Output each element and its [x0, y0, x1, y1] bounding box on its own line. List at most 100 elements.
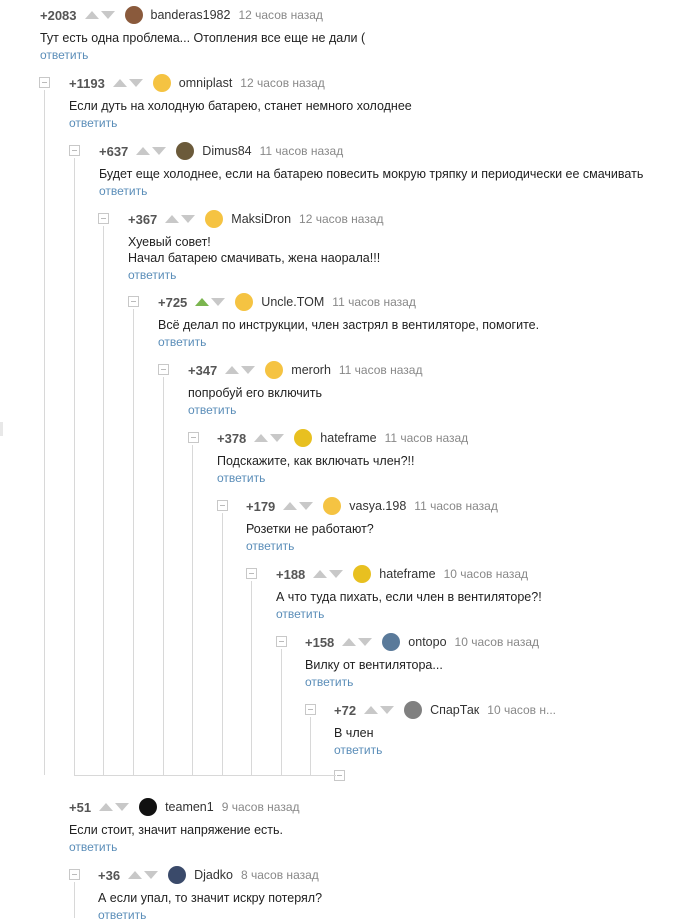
comment-author[interactable]: merorh: [291, 363, 331, 377]
vote-controls: [342, 638, 373, 646]
reply-link[interactable]: ответить: [69, 116, 412, 130]
avatar[interactable]: [382, 633, 401, 651]
avatar[interactable]: [323, 497, 342, 515]
comment: +347 merorh 11 часов назад попробуй его вкл…: [188, 360, 422, 417]
reply-link[interactable]: ответить: [276, 607, 542, 621]
avatar[interactable]: [168, 866, 187, 884]
downvote-arrow-icon[interactable]: [380, 706, 395, 714]
avatar[interactable]: [205, 210, 224, 228]
comment-text: Розетки не работают?: [246, 521, 498, 537]
avatar[interactable]: [176, 142, 195, 160]
comment-time[interactable]: 11 часов назад: [385, 431, 469, 445]
comment-author[interactable]: vasya.198: [349, 499, 406, 513]
avatar[interactable]: [294, 429, 313, 447]
collapse-toggle[interactable]: [276, 636, 287, 647]
upvote-arrow-icon[interactable]: [84, 11, 99, 19]
upvote-arrow-icon[interactable]: [254, 434, 269, 442]
collapse-toggle[interactable]: [158, 364, 169, 375]
comment-time[interactable]: 12 часов назад: [299, 212, 383, 226]
reply-link[interactable]: ответить: [158, 335, 539, 349]
upvote-arrow-icon[interactable]: [99, 803, 114, 811]
comment-time[interactable]: 11 часов назад: [332, 295, 416, 309]
collapse-toggle[interactable]: [188, 432, 199, 443]
upvote-arrow-icon[interactable]: [283, 502, 298, 510]
comment-author[interactable]: hateframe: [379, 567, 435, 581]
avatar[interactable]: [152, 74, 171, 92]
collapse-toggle[interactable]: [305, 704, 316, 715]
comment-time[interactable]: 10 часов н...: [487, 703, 556, 717]
collapse-toggle[interactable]: [69, 869, 80, 880]
comment-text: Хуевый совет! Начал батарею смачивать, же…: [128, 234, 384, 266]
collapse-toggle[interactable]: [39, 77, 50, 88]
thread-line: [44, 90, 45, 775]
comment-time[interactable]: 11 часов назад: [414, 499, 498, 513]
comment-author[interactable]: omniplast: [179, 76, 233, 90]
upvote-arrow-icon[interactable]: [165, 215, 180, 223]
reply-link[interactable]: ответить: [217, 471, 468, 485]
reply-link[interactable]: ответить: [69, 840, 300, 854]
avatar[interactable]: [124, 6, 143, 24]
comment-text-line: А если упал, то значит искру потерял?: [98, 891, 323, 905]
comment-author[interactable]: Djadko: [194, 868, 233, 882]
reply-link[interactable]: ответить: [128, 268, 384, 282]
comment-time[interactable]: 9 часов назад: [222, 800, 300, 814]
comment-time[interactable]: 12 часов назад: [240, 76, 324, 90]
comment-text: Подскажите, как включать член?!!: [217, 453, 468, 469]
upvote-arrow-icon[interactable]: [364, 706, 379, 714]
comment-author[interactable]: hateframe: [320, 431, 376, 445]
comment-time[interactable]: 12 часов назад: [238, 8, 322, 22]
comment-author[interactable]: banderas1982: [151, 8, 231, 22]
comment-author[interactable]: Uncle.TOM: [261, 295, 324, 309]
comment-author[interactable]: ontopo: [408, 635, 446, 649]
reply-link[interactable]: ответить: [305, 675, 539, 689]
downvote-arrow-icon[interactable]: [152, 147, 167, 155]
reply-link[interactable]: ответить: [188, 403, 422, 417]
comment-time[interactable]: 10 часов назад: [444, 567, 528, 581]
reply-link[interactable]: ответить: [246, 539, 498, 553]
downvote-arrow-icon[interactable]: [144, 871, 159, 879]
comment-time[interactable]: 11 часов назад: [339, 363, 423, 377]
vote-controls: [136, 147, 167, 155]
reply-link[interactable]: ответить: [334, 743, 556, 757]
vote-controls: [225, 366, 256, 374]
comment-rating: +637: [99, 143, 129, 159]
collapse-toggle[interactable]: [246, 568, 257, 579]
downvote-arrow-icon[interactable]: [270, 434, 285, 442]
downvote-arrow-icon[interactable]: [211, 298, 226, 306]
comment-author[interactable]: teamen1: [165, 800, 214, 814]
reply-link[interactable]: ответить: [99, 184, 643, 198]
thread-line: [74, 882, 75, 918]
collapse-toggle[interactable]: [128, 296, 139, 307]
reply-link[interactable]: ответить: [40, 48, 365, 62]
collapse-toggle[interactable]: [69, 145, 80, 156]
avatar[interactable]: [235, 293, 254, 311]
comment-time[interactable]: 11 часов назад: [260, 144, 344, 158]
downvote-arrow-icon[interactable]: [329, 570, 344, 578]
downvote-arrow-icon[interactable]: [241, 366, 256, 374]
reply-link[interactable]: ответить: [98, 908, 322, 922]
downvote-arrow-icon[interactable]: [358, 638, 373, 646]
comment-author[interactable]: СпарТак: [430, 703, 479, 717]
downvote-arrow-icon[interactable]: [128, 79, 143, 87]
upvote-arrow-icon[interactable]: [195, 298, 210, 306]
avatar[interactable]: [353, 565, 372, 583]
upvote-arrow-icon[interactable]: [128, 871, 143, 879]
upvote-arrow-icon[interactable]: [313, 570, 328, 578]
avatar[interactable]: [265, 361, 284, 379]
comment-time[interactable]: 10 часов назад: [455, 635, 539, 649]
comment-author[interactable]: MaksiDron: [231, 212, 291, 226]
collapse-toggle[interactable]: [217, 500, 228, 511]
upvote-arrow-icon[interactable]: [112, 79, 127, 87]
downvote-arrow-icon[interactable]: [299, 502, 314, 510]
upvote-arrow-icon[interactable]: [136, 147, 151, 155]
upvote-arrow-icon[interactable]: [342, 638, 357, 646]
avatar[interactable]: [139, 798, 158, 816]
downvote-arrow-icon[interactable]: [181, 215, 196, 223]
comment-time[interactable]: 8 часов назад: [241, 868, 319, 882]
downvote-arrow-icon[interactable]: [115, 803, 130, 811]
collapse-toggle[interactable]: [98, 213, 109, 224]
comment-author[interactable]: Dimus84: [202, 144, 251, 158]
downvote-arrow-icon[interactable]: [100, 11, 115, 19]
avatar[interactable]: [404, 701, 423, 719]
upvote-arrow-icon[interactable]: [225, 366, 240, 374]
